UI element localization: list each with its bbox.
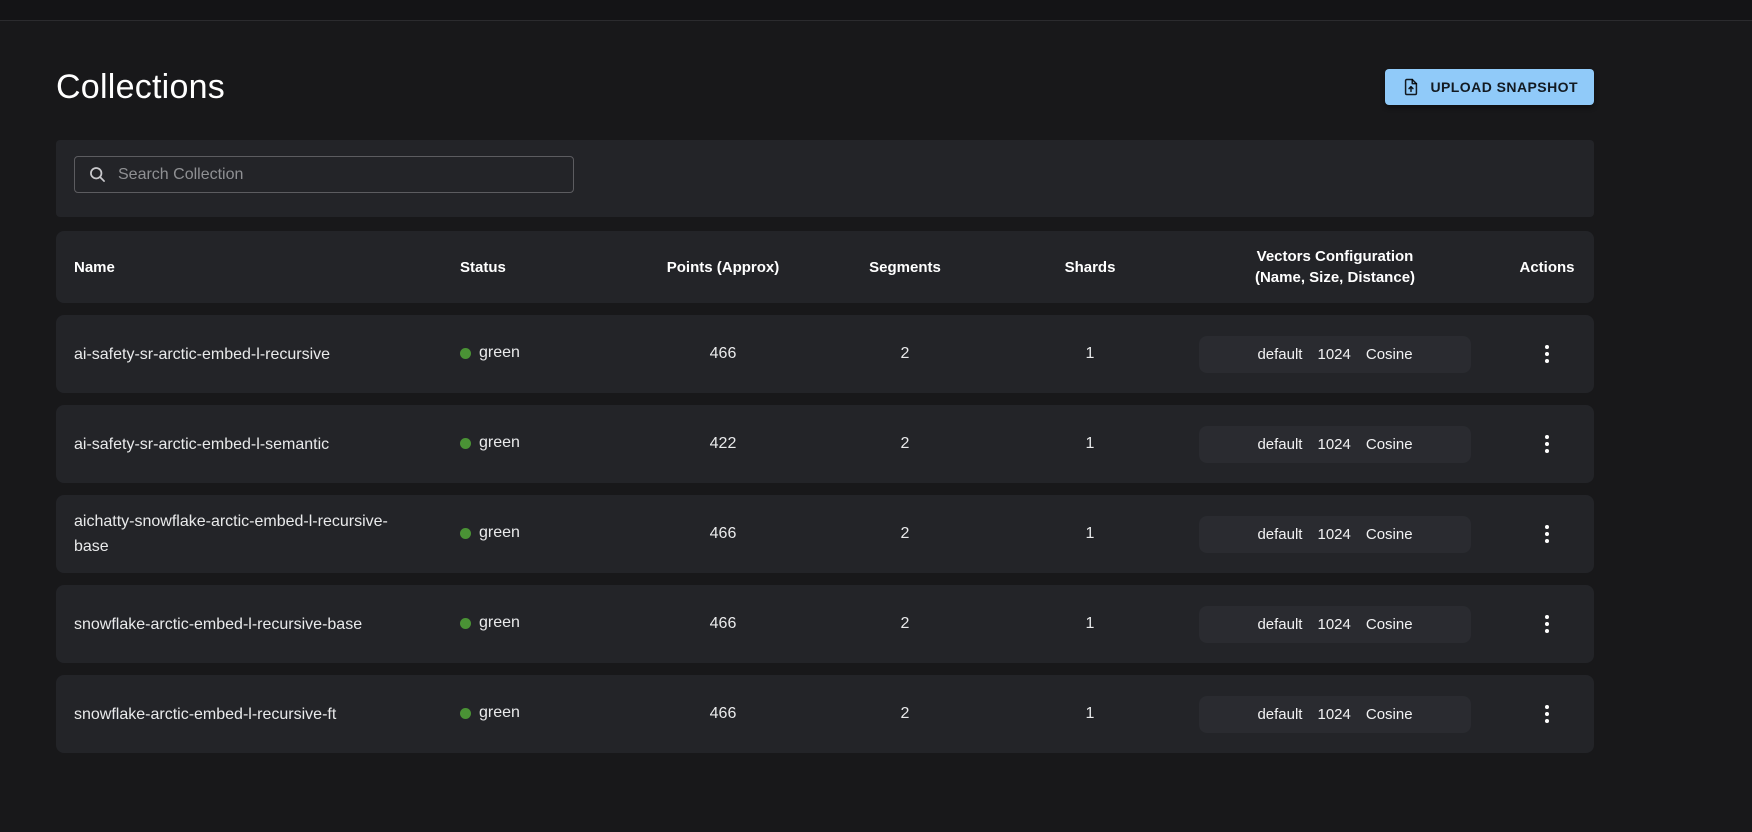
column-header-vectors-configuration: Vectors Configuration (Name, Size, Dista… <box>1170 231 1500 303</box>
vector-name: default <box>1257 526 1302 543</box>
shards-value: 1 <box>1010 495 1170 573</box>
vector-config-chip: default 1024 Cosine <box>1199 516 1471 553</box>
vector-distance: Cosine <box>1366 706 1413 723</box>
status-dot-icon <box>460 528 471 539</box>
column-header-points: Points (Approx) <box>646 231 800 303</box>
status-badge: green <box>460 614 520 632</box>
segments-value: 2 <box>800 585 1010 663</box>
column-header-segments: Segments <box>800 231 1010 303</box>
upload-file-icon <box>1401 77 1421 97</box>
column-header-actions: Actions <box>1500 231 1594 303</box>
segments-value: 2 <box>800 675 1010 753</box>
table-row: snowflake-arctic-embed-l-recursive-ft gr… <box>56 675 1594 753</box>
vectors-config-header-line2: (Name, Size, Distance) <box>1170 267 1500 288</box>
vector-name: default <box>1257 346 1302 363</box>
status-label: green <box>479 704 520 722</box>
points-value: 466 <box>646 495 800 573</box>
vector-size: 1024 <box>1317 436 1350 453</box>
shards-value: 1 <box>1010 405 1170 483</box>
shards-value: 1 <box>1010 585 1170 663</box>
vector-distance: Cosine <box>1366 616 1413 633</box>
vector-config-chip: default 1024 Cosine <box>1199 336 1471 373</box>
segments-value: 2 <box>800 315 1010 393</box>
collections-table: Name Status Points (Approx) Segments Sha… <box>56 219 1594 765</box>
status-label: green <box>479 344 520 362</box>
table-row: aichatty-snowflake-arctic-embed-l-recurs… <box>56 495 1594 573</box>
status-label: green <box>479 524 520 542</box>
search-input[interactable] <box>118 166 561 184</box>
status-label: green <box>479 434 520 452</box>
status-dot-icon <box>460 438 471 449</box>
row-actions-kebab-button[interactable] <box>1527 694 1567 734</box>
vector-config-chip: default 1024 Cosine <box>1199 696 1471 733</box>
collection-name-link[interactable]: snowflake-arctic-embed-l-recursive-base <box>56 585 446 663</box>
search-icon <box>87 164 108 185</box>
vector-size: 1024 <box>1317 616 1350 633</box>
row-actions-kebab-button[interactable] <box>1527 514 1567 554</box>
points-value: 466 <box>646 675 800 753</box>
vector-name: default <box>1257 706 1302 723</box>
upload-snapshot-label: UPLOAD SNAPSHOT <box>1430 79 1578 95</box>
collections-page: Collections UPLOAD SNAPSHOT <box>56 67 1594 765</box>
column-header-shards: Shards <box>1010 231 1170 303</box>
column-header-status: Status <box>446 231 646 303</box>
status-dot-icon <box>460 708 471 719</box>
collection-name-link[interactable]: snowflake-arctic-embed-l-recursive-ft <box>56 675 446 753</box>
shards-value: 1 <box>1010 315 1170 393</box>
column-header-name: Name <box>56 231 446 303</box>
status-badge: green <box>460 434 520 452</box>
vectors-config-header-line1: Vectors Configuration <box>1170 246 1500 267</box>
search-panel <box>56 140 1594 217</box>
upload-snapshot-button[interactable]: UPLOAD SNAPSHOT <box>1385 69 1594 105</box>
shards-value: 1 <box>1010 675 1170 753</box>
top-app-bar <box>0 0 1752 21</box>
table-header-row: Name Status Points (Approx) Segments Sha… <box>56 231 1594 303</box>
collection-name-link[interactable]: ai-safety-sr-arctic-embed-l-semantic <box>56 405 446 483</box>
vector-config-chip: default 1024 Cosine <box>1199 426 1471 463</box>
points-value: 466 <box>646 315 800 393</box>
table-row: snowflake-arctic-embed-l-recursive-base … <box>56 585 1594 663</box>
status-badge: green <box>460 344 520 362</box>
status-dot-icon <box>460 618 471 629</box>
status-dot-icon <box>460 348 471 359</box>
collection-name-link[interactable]: aichatty-snowflake-arctic-embed-l-recurs… <box>56 495 446 573</box>
row-actions-kebab-button[interactable] <box>1527 604 1567 644</box>
segments-value: 2 <box>800 495 1010 573</box>
vector-name: default <box>1257 436 1302 453</box>
search-collection-field[interactable] <box>74 156 574 193</box>
vector-distance: Cosine <box>1366 346 1413 363</box>
table-row: ai-safety-sr-arctic-embed-l-semantic gre… <box>56 405 1594 483</box>
vector-config-chip: default 1024 Cosine <box>1199 606 1471 643</box>
page-header: Collections UPLOAD SNAPSHOT <box>56 67 1594 107</box>
row-actions-kebab-button[interactable] <box>1527 334 1567 374</box>
status-badge: green <box>460 704 520 722</box>
row-actions-kebab-button[interactable] <box>1527 424 1567 464</box>
vector-size: 1024 <box>1317 526 1350 543</box>
points-value: 466 <box>646 585 800 663</box>
vector-size: 1024 <box>1317 706 1350 723</box>
vector-size: 1024 <box>1317 346 1350 363</box>
vector-distance: Cosine <box>1366 526 1413 543</box>
points-value: 422 <box>646 405 800 483</box>
status-label: green <box>479 614 520 632</box>
segments-value: 2 <box>800 405 1010 483</box>
table-row: ai-safety-sr-arctic-embed-l-recursive gr… <box>56 315 1594 393</box>
status-badge: green <box>460 524 520 542</box>
vector-distance: Cosine <box>1366 436 1413 453</box>
page-title: Collections <box>56 67 225 107</box>
vector-name: default <box>1257 616 1302 633</box>
collection-name-link[interactable]: ai-safety-sr-arctic-embed-l-recursive <box>56 315 446 393</box>
